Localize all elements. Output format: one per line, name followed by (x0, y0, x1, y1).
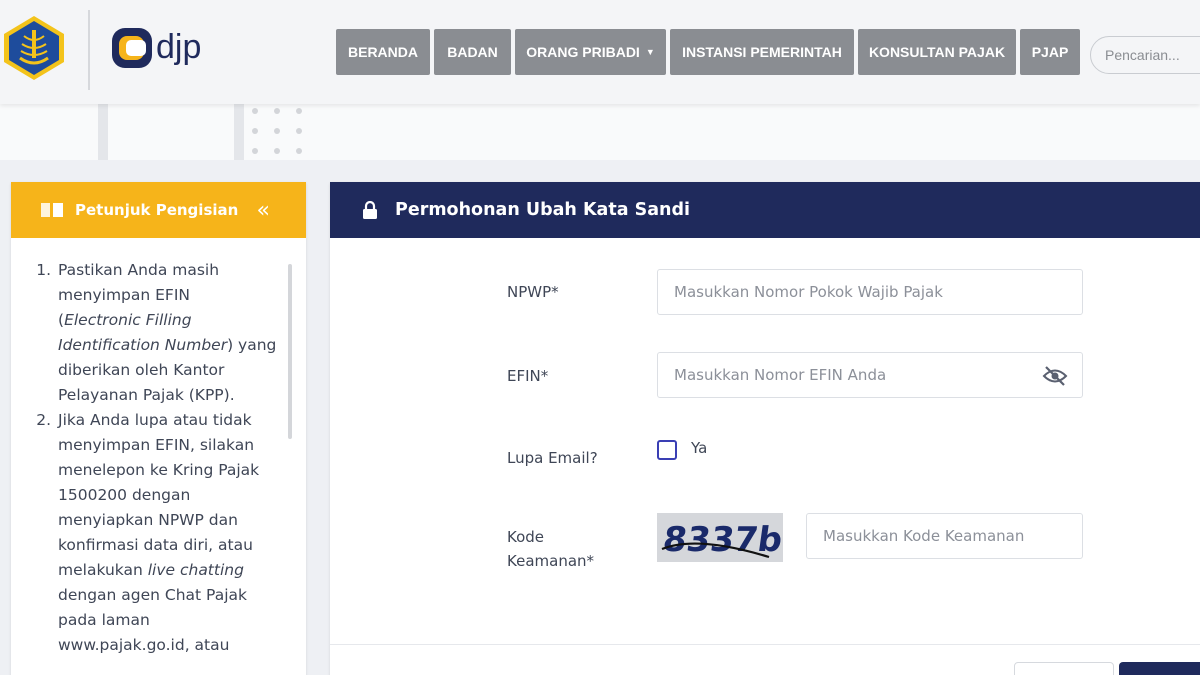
decor-dots (252, 108, 312, 160)
form-header: Permohonan Ubah Kata Sandi (330, 182, 1200, 238)
guide-step-2: Jika Anda lupa atau tidak menyimpan EFIN… (56, 408, 277, 658)
nav-instansi-pemerintah[interactable]: INSTANSI PEMERINTAH (670, 29, 854, 75)
kode-label-line2: Keamanan* (507, 552, 595, 570)
decor-bar (98, 104, 108, 160)
form-title: Permohonan Ubah Kata Sandi (395, 200, 691, 220)
guide-panel: Petunjuk Pengisian « Pastikan Anda masih… (11, 182, 306, 675)
guide-step-1: Pastikan Anda masih menyimpan EFIN (Elec… (56, 258, 277, 408)
ya-label: Ya (691, 439, 708, 457)
book-icon (41, 203, 63, 217)
guide-title: Petunjuk Pengisian (75, 201, 239, 219)
djp-logo-text: djp (156, 28, 201, 66)
efin-input[interactable] (674, 366, 1082, 384)
captcha-svg: 8337b (657, 513, 783, 562)
eye-slash-icon[interactable] (1042, 365, 1068, 387)
captcha-image: 8337b (657, 513, 783, 562)
cancel-button[interactable] (1014, 662, 1114, 675)
djp-logo[interactable]: djp (110, 22, 220, 76)
decor-bar (234, 104, 244, 160)
form-panel: Permohonan Ubah Kata Sandi NPWP* EFIN* L… (330, 182, 1200, 675)
kode-keamanan-input[interactable] (823, 527, 1082, 545)
nav-badan-label: BADAN (447, 44, 498, 60)
nav-instansi-label: INSTANSI PEMERINTAH (682, 44, 842, 60)
nav-pjap-label: PJAP (1031, 44, 1069, 60)
nav-orang-pribadi[interactable]: ORANG PRIBADI ▼ (515, 29, 666, 75)
hero-banner (0, 104, 1200, 160)
nav-beranda-label: BERANDA (348, 44, 418, 60)
search-input[interactable] (1105, 47, 1200, 63)
efin-field-wrap (657, 352, 1083, 398)
site-header: djp BERANDA BADAN ORANG PRIBADI ▼ INSTANS… (0, 0, 1200, 104)
guide-steps: Pastikan Anda masih menyimpan EFIN (Elec… (37, 258, 277, 658)
main-nav: BERANDA BADAN ORANG PRIBADI ▼ INSTANSI PE… (336, 29, 1080, 75)
npwp-label: NPWP* (507, 283, 559, 301)
npwp-field-wrap (657, 269, 1083, 315)
nav-pjap[interactable]: PJAP (1020, 29, 1080, 75)
guide-content: Pastikan Anda masih menyimpan EFIN (Elec… (11, 238, 306, 658)
nav-orang-pribadi-label: ORANG PRIBADI (526, 44, 640, 60)
efin-label: EFIN* (507, 367, 549, 385)
guide-header: Petunjuk Pengisian « (11, 182, 306, 238)
form-footer-divider (330, 644, 1200, 645)
nav-konsultan-label: KONSULTAN PAJAK (868, 44, 1006, 60)
lupa-email-checkbox[interactable] (657, 440, 677, 460)
npwp-input[interactable] (674, 283, 1082, 301)
caret-down-icon: ▼ (645, 47, 655, 57)
kode-field-wrap (806, 513, 1083, 559)
submit-button[interactable] (1119, 662, 1200, 675)
search-box (1090, 36, 1200, 74)
double-chevron-left-icon[interactable]: « (257, 198, 270, 223)
guide-scrollbar[interactable] (288, 264, 292, 439)
lupa-email-label: Lupa Email? (507, 449, 598, 467)
header-divider (88, 10, 90, 90)
kode-label-line1: Kode (507, 528, 545, 546)
kemenkeu-logo[interactable] (0, 14, 68, 82)
captcha-text: 8337b (660, 520, 783, 560)
nav-konsultan-pajak[interactable]: KONSULTAN PAJAK (858, 29, 1016, 75)
nav-badan[interactable]: BADAN (434, 29, 511, 75)
nav-beranda[interactable]: BERANDA (336, 29, 430, 75)
lock-icon (363, 201, 377, 219)
